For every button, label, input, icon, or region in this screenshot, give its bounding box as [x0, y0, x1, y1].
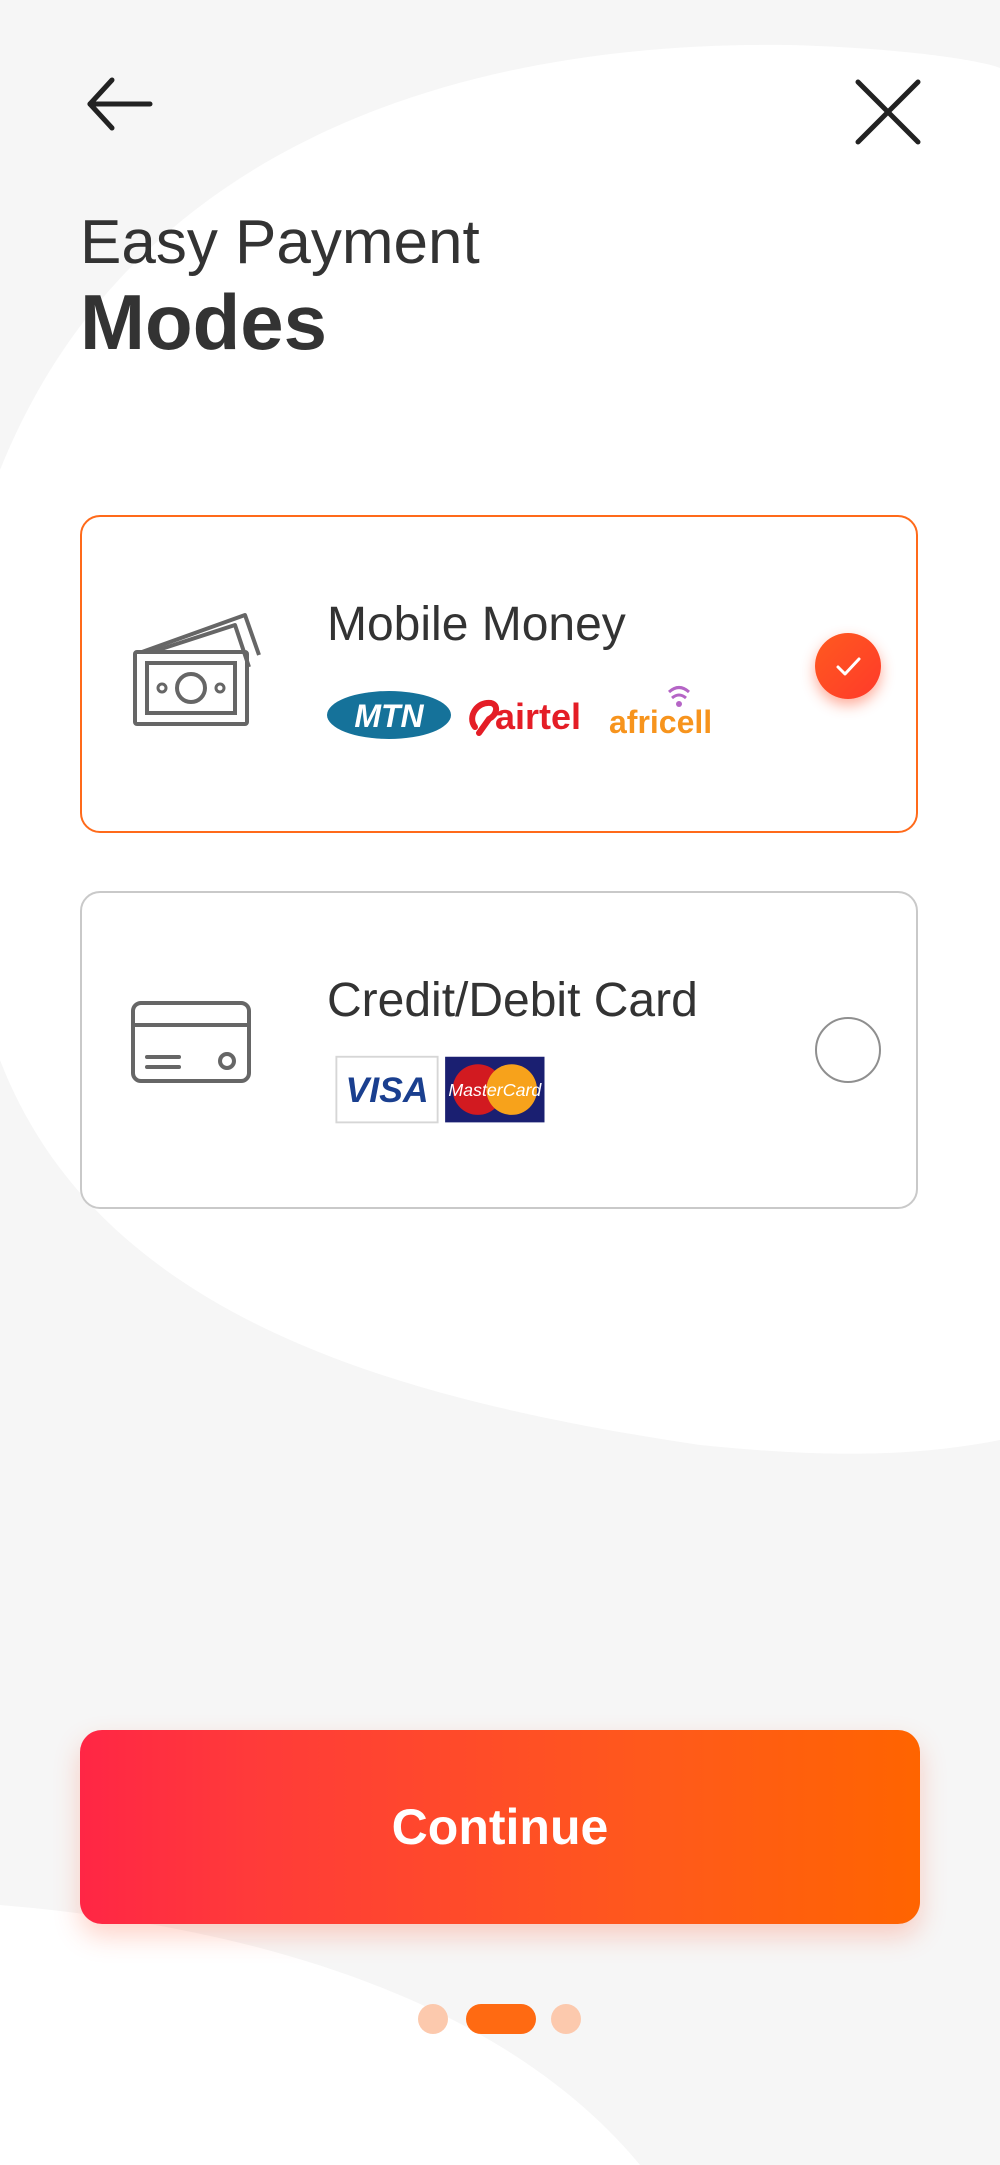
page-dot-2-active — [466, 2004, 536, 2034]
arrow-left-icon — [87, 77, 153, 131]
payment-option-card[interactable]: Credit/Debit Card VISA MasterCard — [80, 891, 918, 1209]
payment-option-mobile-money[interactable]: Mobile Money MTN airtel africell — [80, 515, 918, 833]
mtn-logo: MTN — [327, 691, 451, 739]
page-title-line1: Easy Payment — [80, 208, 480, 277]
page-dot-3 — [551, 2004, 581, 2034]
credit-card-icon — [131, 1001, 251, 1083]
airtel-logo-text: airtel — [495, 696, 581, 737]
top-bar — [0, 0, 1000, 160]
selected-radio[interactable] — [815, 633, 881, 699]
page-title-line2: Modes — [80, 278, 328, 366]
africell-logo-text: africell — [609, 704, 712, 740]
page-title: Easy Payment Modes — [80, 205, 480, 367]
airtel-logo: airtel — [469, 696, 581, 737]
africell-logo: africell — [609, 686, 712, 740]
payment-option-label: Mobile Money — [327, 598, 626, 651]
cash-icon — [133, 613, 261, 726]
close-button[interactable] — [852, 76, 924, 148]
page-dot-1 — [418, 2004, 448, 2034]
visa-logo-text: VISA — [345, 1070, 428, 1110]
visa-logo: VISA — [335, 1055, 439, 1124]
check-icon — [836, 657, 861, 676]
mastercard-logo: MasterCard — [445, 1056, 545, 1123]
close-icon — [855, 79, 921, 145]
unselected-radio[interactable] — [815, 1017, 881, 1083]
payment-option-label: Credit/Debit Card — [327, 974, 698, 1027]
mtn-logo-text: MTN — [354, 698, 424, 734]
continue-button[interactable]: Continue — [80, 1730, 920, 1924]
back-button[interactable] — [82, 72, 154, 132]
mobile-money-logos: MTN airtel africell — [327, 686, 712, 740]
card-logos: VISA MasterCard — [335, 1055, 545, 1124]
mastercard-logo-text: MasterCard — [448, 1080, 542, 1100]
